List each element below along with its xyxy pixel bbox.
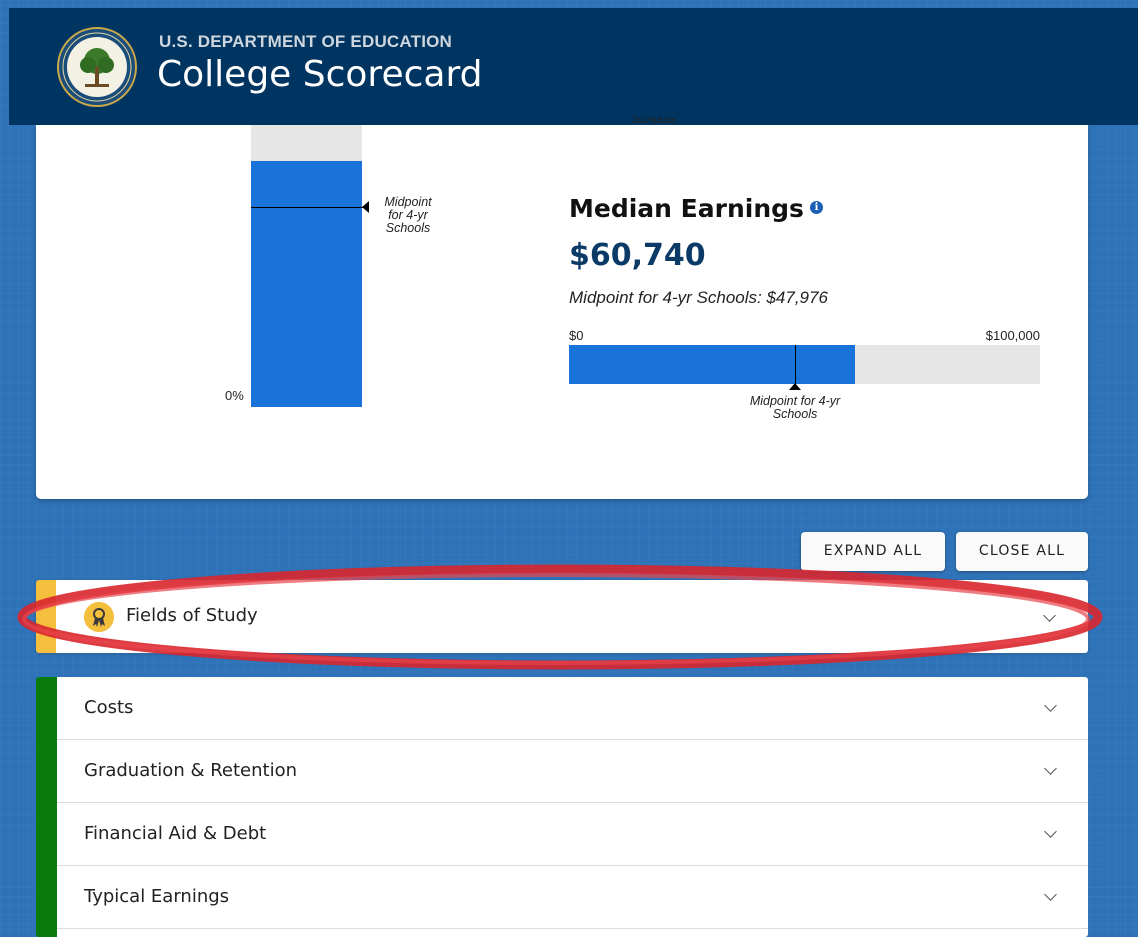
- department-seal-logo[interactable]: [57, 27, 137, 107]
- expand-all-button[interactable]: EXPAND ALL: [801, 532, 945, 571]
- earnings-midpoint-label: Midpoint for 4-yr Schools: [749, 394, 841, 421]
- site-header: U.S. DEPARTMENT OF EDUCATION College Sco…: [9, 8, 1138, 125]
- earnings-bar-fill: [569, 345, 855, 384]
- accordion-item-label: Typical Earnings: [84, 886, 230, 907]
- chevron-down-icon[interactable]: [1043, 609, 1056, 622]
- chevron-down-icon[interactable]: [1044, 762, 1057, 775]
- accordion-item-graduation-retention[interactable]: Graduation & Retention: [57, 740, 1088, 803]
- earnings-midpoint-line: [795, 345, 796, 388]
- graduation-midpoint-line: [251, 207, 364, 208]
- chevron-down-icon[interactable]: [1044, 825, 1057, 838]
- earnings-midpoint-marker-icon: [789, 383, 801, 390]
- accordion-item-typical-earnings[interactable]: Typical Earnings: [57, 866, 1088, 929]
- accordion-item-costs[interactable]: Costs: [57, 677, 1088, 740]
- median-earnings-value: $60,740: [569, 238, 706, 273]
- department-name[interactable]: U.S. DEPARTMENT OF EDUCATION: [159, 32, 452, 52]
- graduation-midpoint-label: Midpoint for 4-yr Schools: [384, 195, 432, 235]
- accordion-item-financial-aid-debt[interactable]: Financial Aid & Debt: [57, 803, 1088, 866]
- graduation-axis-zero-label: 0%: [225, 388, 244, 403]
- median-earnings-title: Median Earnings: [569, 194, 804, 223]
- earnings-scale-min: $0: [569, 328, 584, 343]
- close-all-button[interactable]: CLOSE ALL: [956, 532, 1088, 571]
- accordion-item-label: Graduation & Retention: [84, 760, 297, 781]
- award-ribbon-icon: [84, 602, 114, 632]
- graduation-bar-background: [251, 125, 362, 161]
- clipped-chart-label: Schools: [632, 117, 677, 126]
- accordion-item-label: Financial Aid & Debt: [84, 823, 267, 844]
- details-accordion-list: Costs Graduation & Retention Financial A…: [36, 677, 1088, 937]
- chevron-down-icon[interactable]: [1044, 888, 1057, 901]
- accordion-item-label: Costs: [84, 697, 134, 718]
- earnings-graduation-card: Schools Midpoint for 4-yr Schools 0% Med…: [36, 117, 1088, 499]
- info-icon[interactable]: i: [810, 201, 823, 214]
- median-earnings-midpoint-text: Midpoint for 4-yr Schools: $47,976: [569, 288, 828, 307]
- fields-of-study-accordion[interactable]: Fields of Study: [36, 580, 1088, 653]
- site-title[interactable]: College Scorecard: [157, 54, 482, 95]
- earnings-scale-max: $100,000: [985, 328, 1040, 343]
- graduation-midpoint-marker-icon: [362, 201, 369, 213]
- graduation-bar-fill: [251, 161, 362, 407]
- chevron-down-icon[interactable]: [1044, 699, 1057, 712]
- fields-of-study-label: Fields of Study: [126, 605, 258, 626]
